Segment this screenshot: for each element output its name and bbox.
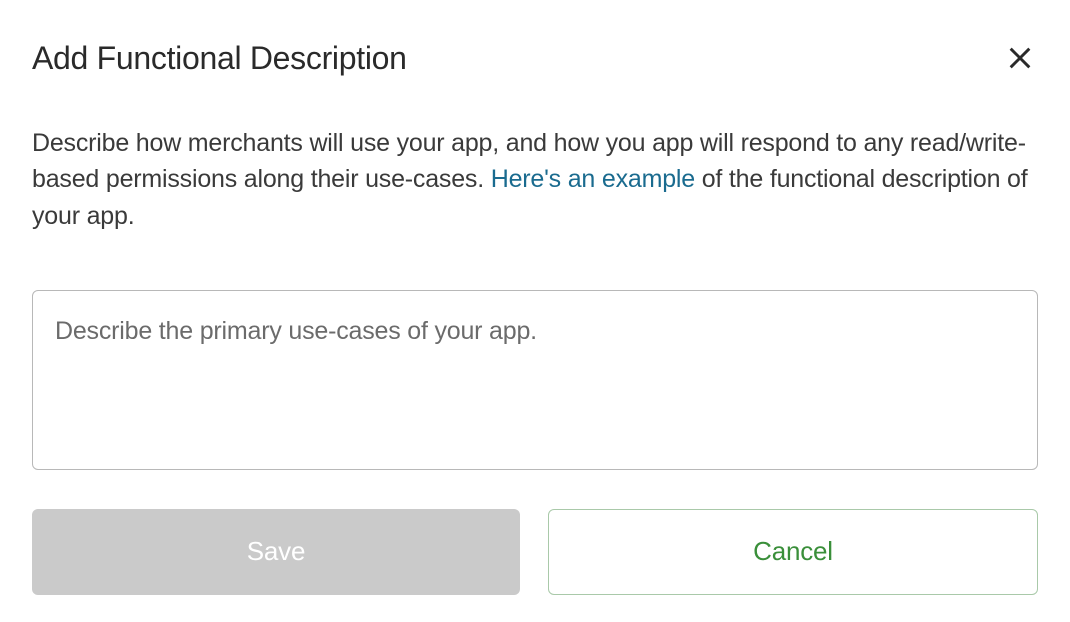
modal-description: Describe how merchants will use your app… bbox=[32, 125, 1038, 234]
description-textarea[interactable] bbox=[32, 290, 1038, 470]
example-link[interactable]: Here's an example bbox=[491, 165, 695, 193]
close-button[interactable] bbox=[1002, 40, 1038, 76]
modal-title: Add Functional Description bbox=[32, 40, 407, 77]
button-row: Save Cancel bbox=[32, 509, 1038, 595]
close-icon bbox=[1006, 44, 1034, 72]
save-button[interactable]: Save bbox=[32, 509, 520, 595]
cancel-button[interactable]: Cancel bbox=[548, 509, 1038, 595]
